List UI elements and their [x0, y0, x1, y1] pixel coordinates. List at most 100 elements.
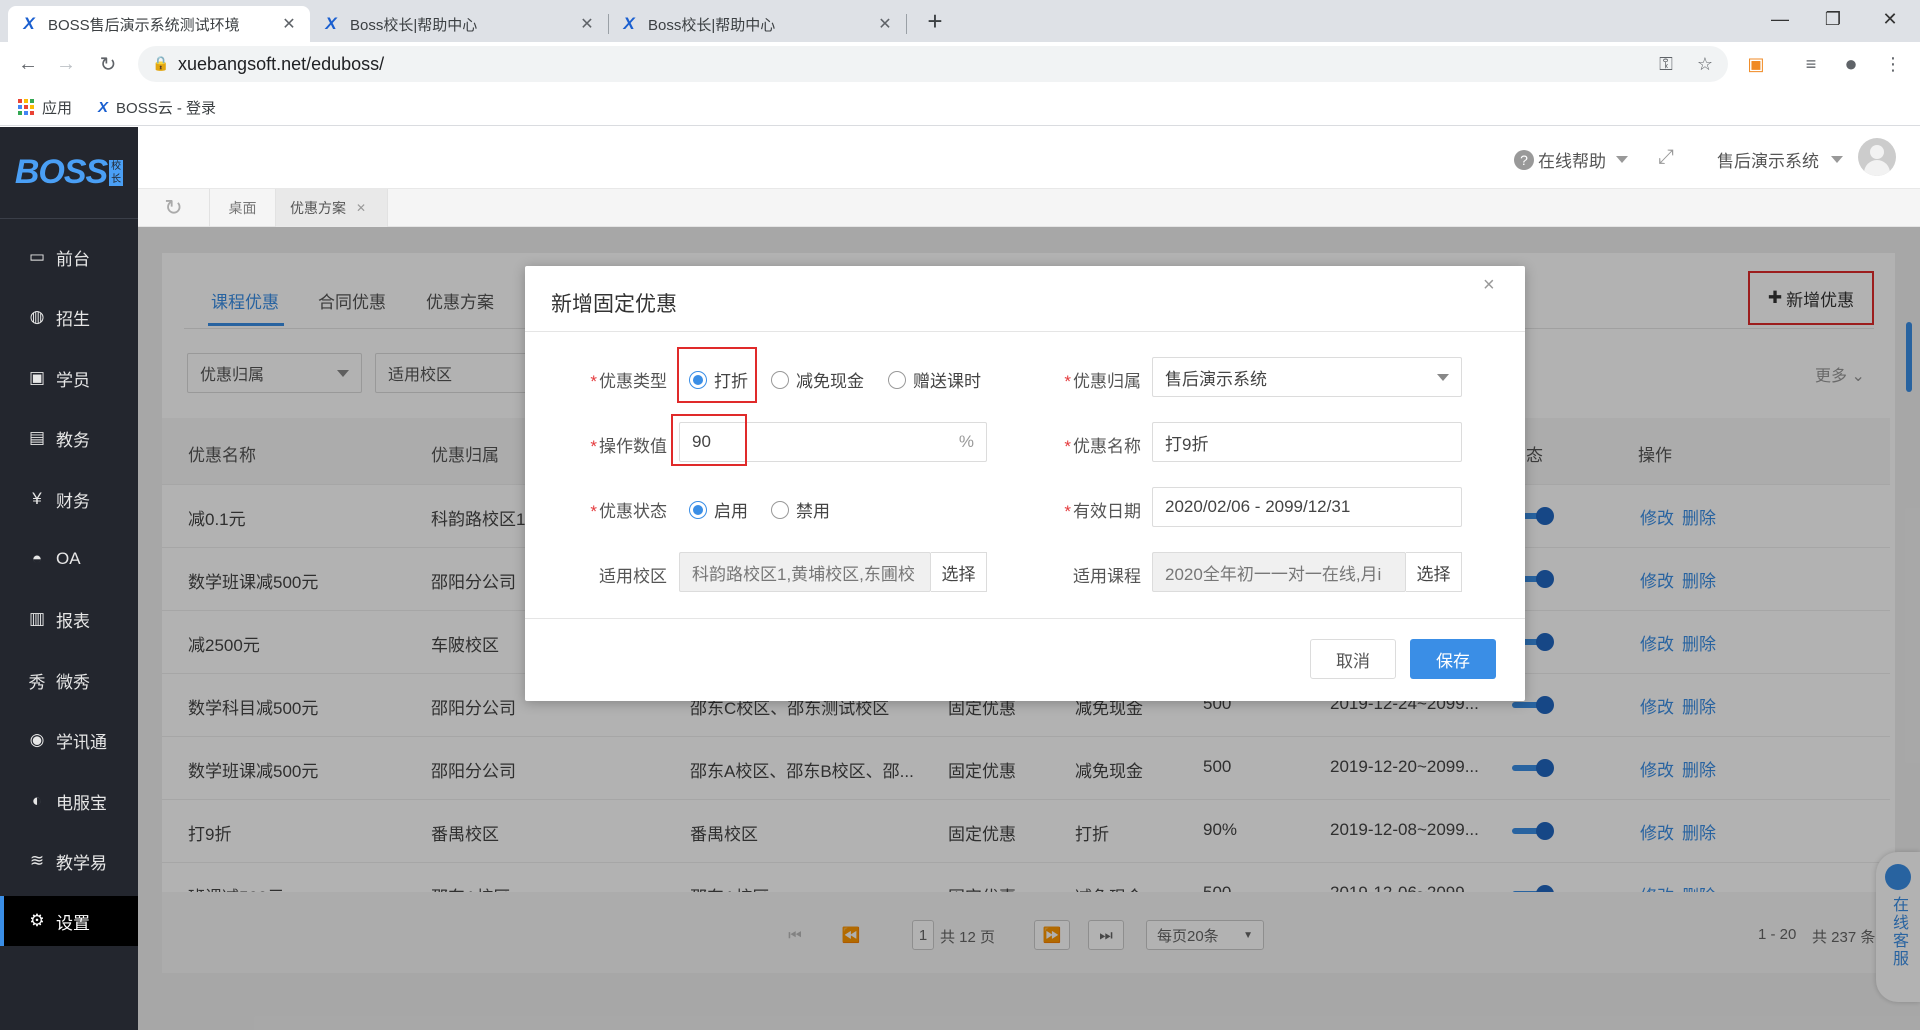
campus-label: 适用校区	[547, 562, 667, 587]
calendar-icon: ▭	[28, 247, 46, 266]
sidebar-item-label: 教务	[56, 430, 90, 450]
tab-desktop[interactable]: 桌面	[210, 189, 276, 227]
yen-icon: ¥	[32, 489, 42, 508]
boss-favicon-icon: X	[325, 14, 337, 33]
radio-icon	[771, 500, 789, 519]
bookmark-label: 应用	[42, 99, 73, 117]
save-button[interactable]: 保存	[1410, 639, 1496, 679]
media-icon[interactable]: ≡	[1798, 51, 1824, 77]
name-input[interactable]: 打9折	[1152, 422, 1462, 462]
radio-selected-icon	[689, 500, 707, 519]
restore-icon[interactable]: ❐	[1803, 0, 1863, 38]
chevron-down-icon	[1437, 373, 1449, 381]
radio-enable[interactable]: 启用	[689, 497, 748, 522]
key-icon[interactable]: ⚿	[1653, 51, 1679, 77]
sidebar-item-settings[interactable]: ⚙ 设置	[0, 896, 138, 946]
owner-value: 售后演示系统	[1165, 369, 1267, 389]
refresh-icon[interactable]: ↻	[138, 189, 210, 227]
bookmark-boss-login[interactable]: X BOSS云 - 登录	[98, 96, 216, 118]
radio-label: 赠送课时	[913, 372, 981, 391]
fullscreen-icon[interactable]: ⤢	[1658, 146, 1674, 169]
label-text: 优惠类型	[599, 372, 667, 391]
sidebar-item-oa[interactable]: ◓ OA	[0, 534, 138, 584]
percent-unit: %	[958, 432, 974, 451]
label-text: 适用课程	[1073, 567, 1141, 586]
system-name: 售后演示系统	[1717, 152, 1819, 171]
required-mark: *	[590, 372, 597, 391]
teach-icon: ≋	[29, 851, 45, 870]
radio-gift-hours[interactable]: 赠送课时	[888, 367, 981, 392]
cancel-button[interactable]: 取消	[1310, 639, 1396, 679]
phone-icon: ◐	[31, 791, 43, 810]
sidebar-item-label: 教学易	[56, 853, 107, 873]
close-tab-icon[interactable]: ✕	[578, 14, 596, 34]
sidebar-item-reports[interactable]: ▥ 报表	[0, 594, 138, 644]
close-tab-icon[interactable]: ✕	[876, 14, 894, 34]
sidebar-item-frontdesk[interactable]: ▭ 前台	[0, 232, 138, 282]
omnibox[interactable]: 🔒 xuebangsoft.net/eduboss/	[138, 46, 1728, 82]
sidebar-item-academic[interactable]: ▤ 教务	[0, 413, 138, 463]
browser-tab[interactable]: X Boss校长|帮助中心 ✕	[608, 6, 906, 42]
select-course-button[interactable]: 选择	[1406, 552, 1462, 592]
sidebar-item-weixiu[interactable]: 秀微秀	[0, 655, 138, 705]
minimize-icon[interactable]: —	[1750, 0, 1810, 38]
browser-tab-title: Boss校长|帮助中心	[350, 16, 478, 34]
user-add-icon: ◍	[29, 307, 45, 326]
online-help[interactable]: ? 在线帮助	[1514, 147, 1628, 172]
dialog-footer-divider	[525, 618, 1525, 619]
star-icon[interactable]: ☆	[1692, 51, 1718, 77]
bookmark-label: BOSS云 - 登录	[116, 99, 217, 117]
dialog-header-divider	[525, 331, 1525, 332]
browser-tab-active[interactable]: X BOSS售后演示系统测试环境 ✕	[8, 6, 310, 42]
required-mark: *	[590, 502, 597, 521]
browser-tab-strip: X BOSS售后演示系统测试环境 ✕ X Boss校长|帮助中心 ✕ X Bos…	[0, 0, 1920, 42]
label-text: 优惠名称	[1073, 437, 1141, 456]
location-icon: ◉	[29, 730, 45, 749]
highlight-box	[677, 347, 757, 403]
browser-tab[interactable]: X Boss校长|帮助中心 ✕	[310, 6, 608, 42]
date-label: * 有效日期	[1021, 497, 1141, 522]
new-tab-button[interactable]: +	[920, 6, 950, 36]
sidebar-item-label: OA	[56, 549, 81, 568]
campus-input: 科韵路校区1,黄埔校区,东圃校	[679, 552, 931, 592]
student-card-icon: ▣	[28, 368, 46, 387]
boss-favicon-icon: X	[623, 14, 635, 33]
boss-favicon-icon: X	[23, 14, 35, 33]
system-switcher[interactable]: 售后演示系统	[1717, 147, 1843, 172]
tab-discount-plans[interactable]: 优惠方案 ✕	[276, 189, 388, 227]
close-icon[interactable]: ✕	[356, 201, 366, 215]
sidebar-item-finance[interactable]: ¥ 财务	[0, 474, 138, 524]
tab-label: 优惠方案	[290, 200, 346, 216]
select-campus-button[interactable]: 选择	[931, 552, 987, 592]
help-icon: ?	[1514, 149, 1534, 170]
forward-icon[interactable]: →	[52, 50, 80, 78]
page-tabs-bar: ↻ 桌面 优惠方案 ✕	[138, 189, 1920, 227]
browser-tab-title: Boss校长|帮助中心	[648, 16, 776, 34]
owner-label: * 优惠归属	[1021, 367, 1141, 392]
discount-type-label: * 优惠类型	[547, 367, 667, 392]
close-icon[interactable]: ×	[1483, 274, 1495, 297]
date-range-input[interactable]: 2020/02/06 - 2099/12/31	[1152, 487, 1462, 527]
sidebar-item-label: 微秀	[56, 672, 90, 692]
sidebar-item-jiaoxueyi[interactable]: ≋ 教学易	[0, 836, 138, 886]
menu-icon[interactable]: ⋮	[1880, 51, 1906, 77]
extension-icon[interactable]: ▣	[1743, 51, 1769, 77]
radio-cash-off[interactable]: 减免现金	[771, 367, 864, 392]
sidebar-item-students[interactable]: ▣ 学员	[0, 353, 138, 403]
reload-icon[interactable]: ↻	[94, 50, 122, 78]
profile-icon[interactable]: ●	[1838, 51, 1864, 77]
avatar[interactable]	[1858, 138, 1896, 176]
chevron-down-icon	[1616, 156, 1628, 163]
back-icon[interactable]: ←	[14, 50, 42, 78]
sidebar-item-xuexuntong[interactable]: ◉ 学讯通	[0, 715, 138, 765]
bookmark-apps[interactable]: 应用	[18, 96, 72, 118]
sidebar-item-dianfubao[interactable]: ◐ 电服宝	[0, 776, 138, 826]
sidebar-item-label: 招生	[56, 309, 90, 329]
sidebar-item-enroll[interactable]: ◍ 招生	[0, 292, 138, 342]
name-label: * 优惠名称	[1021, 432, 1141, 457]
close-tab-icon[interactable]: ✕	[280, 14, 298, 34]
browser-tab-title: BOSS售后演示系统测试环境	[48, 16, 240, 34]
radio-disable[interactable]: 禁用	[771, 497, 830, 522]
owner-select[interactable]: 售后演示系统	[1152, 357, 1462, 397]
close-window-icon[interactable]: ✕	[1860, 0, 1920, 38]
